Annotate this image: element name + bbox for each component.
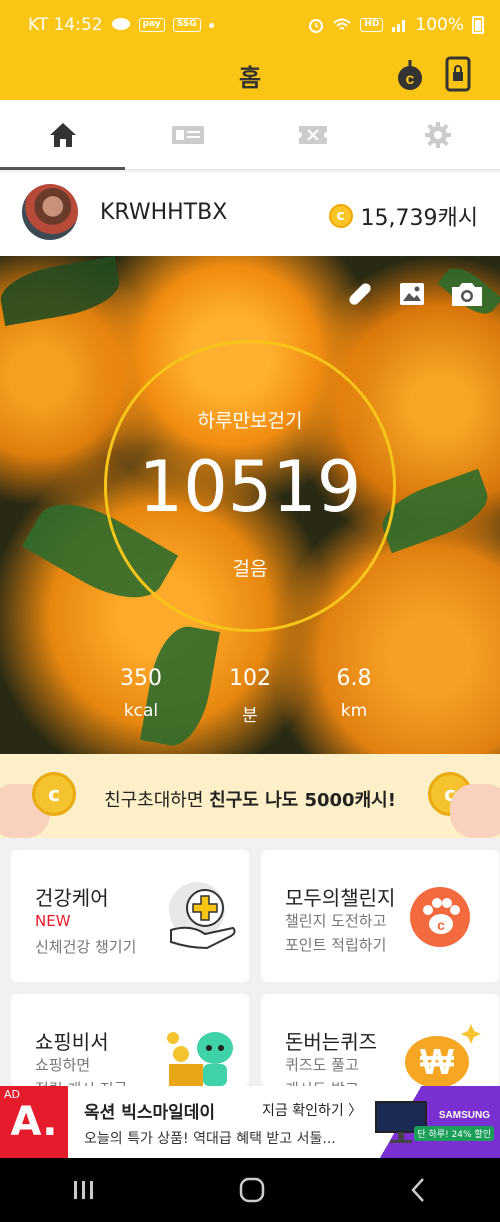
notification-dot-icon <box>208 22 214 28</box>
invite-text-normal: 친구초대하면 <box>104 790 210 811</box>
ad-product-image: SAMSUNG 단 하루! 24% 할인 <box>370 1086 500 1158</box>
card-title: 쇼핑비서 <box>35 1030 109 1054</box>
distance-unit: km <box>340 701 368 721</box>
tab-home[interactable] <box>0 100 125 170</box>
card-desc-line2: 포인트 적립하기 <box>285 936 387 954</box>
camera-icon[interactable] <box>450 280 484 308</box>
ad-banner[interactable]: A. AD 옥션 빅스마일데이 지금 확인하기 〉 오늘의 특가 상품! 역대급… <box>0 1086 500 1158</box>
invite-text: 친구초대하면 친구도 나도 5000캐시! <box>0 786 500 812</box>
image-icon[interactable] <box>398 280 426 308</box>
leaf-decoration <box>0 256 124 327</box>
ad-title: 옥션 빅스마일데이 <box>84 1103 216 1123</box>
card-shopping[interactable]: 쇼핑비서 쇼핑하면 적립 캐시 지급 <box>11 994 249 1086</box>
ssg-badge: SSG <box>172 18 201 32</box>
alarm-icon <box>309 19 324 33</box>
battery-icon <box>472 16 484 34</box>
coin-bag-icon: c <box>398 60 422 90</box>
ad-cta-link[interactable]: 지금 확인하기 〉 <box>262 1100 362 1120</box>
avatar[interactable] <box>22 184 78 240</box>
minutes-stat: 102 분 <box>210 666 290 726</box>
step-unit: 걸음 <box>232 558 268 580</box>
pedometer-label: 하루만보걷기 <box>197 410 303 432</box>
hand-right-decoration <box>450 784 500 838</box>
pedometer-panel: 하루만보걷기 10519 걸음 350 kcal 102 분 6.8 km <box>0 256 500 754</box>
gear-icon <box>424 121 451 148</box>
won-coin-icon: ₩ <box>403 1022 483 1086</box>
coupon-icon <box>298 125 327 144</box>
card-desc-line1: 챌린지 도전하고 <box>285 912 387 930</box>
calories-unit: kcal <box>123 701 159 721</box>
card-title: 모두의챌린지 <box>285 886 396 910</box>
tab-settings[interactable] <box>375 100 500 169</box>
profile-row[interactable]: KRWHHTBX c 15,739캐시 <box>0 172 500 256</box>
system-nav-bar <box>0 1158 500 1222</box>
card-desc-line2: 캐시도 받고 <box>285 1078 359 1086</box>
hd-voice-badge: HD <box>360 18 384 32</box>
ad-promo: 단 하루! 24% 할인 <box>414 1126 494 1141</box>
status-time: KT 14:52 <box>28 15 103 35</box>
pill-icon[interactable] <box>346 280 374 308</box>
ticket-icon <box>171 125 204 144</box>
calories-stat: 350 kcal <box>101 666 181 721</box>
ad-tag: AD <box>4 1088 20 1101</box>
chat-bubble-icon <box>111 18 130 30</box>
calories-value: 350 <box>120 666 162 691</box>
signal-icon <box>392 20 406 32</box>
card-challenge[interactable]: 모두의챌린지 챌린지 도전하고 포인트 적립하기 c <box>261 850 499 982</box>
tab-coupon[interactable] <box>250 100 375 169</box>
cash-amount: 15,739캐시 <box>360 206 478 231</box>
card-desc-line2: 적립 캐시 지급 <box>35 1078 127 1086</box>
tab-ticket[interactable] <box>125 100 250 169</box>
distance-stat: 6.8 km <box>314 666 394 721</box>
wifi-icon <box>333 18 352 30</box>
home-icon <box>49 122 76 147</box>
ad-brand: SAMSUNG <box>438 1110 490 1121</box>
svg-text:c: c <box>437 917 445 933</box>
tab-bar <box>0 100 500 170</box>
invite-text-bold: 친구도 나도 5000캐시! <box>209 790 396 811</box>
card-desc-line1: 쇼핑하면 <box>35 1056 91 1074</box>
phone-lock-icon <box>445 56 471 92</box>
cash-piggy-button[interactable]: c <box>390 54 430 94</box>
minutes-unit: 분 <box>242 706 258 726</box>
distance-value: 6.8 <box>336 666 372 691</box>
card-desc-line1: 퀴즈도 풀고 <box>285 1056 359 1074</box>
paw-icon: c <box>409 886 471 948</box>
back-icon[interactable] <box>408 1177 428 1203</box>
card-title: 건강케어 <box>35 886 109 910</box>
card-quiz[interactable]: 돈버는퀴즈 퀴즈도 풀고 캐시도 받고 ₩ <box>261 994 499 1086</box>
invite-banner[interactable]: c 친구초대하면 친구도 나도 5000캐시! c <box>0 754 500 838</box>
card-health-care[interactable]: 건강케어 NEW 신체건강 챙기기 <box>11 850 249 982</box>
ad-logo-text: A. <box>10 1099 58 1145</box>
username: KRWHHTBX <box>100 200 228 225</box>
svg-text:c: c <box>406 71 415 88</box>
step-count: 10519 <box>138 446 362 528</box>
pay-badge: pay <box>138 18 165 32</box>
ad-description: 오늘의 특가 상품! 역대급 혜택 받고 서둘... <box>84 1131 336 1147</box>
cash-balance[interactable]: c 15,739캐시 <box>328 200 478 232</box>
new-badge: NEW <box>35 912 71 930</box>
lock-screen-button[interactable] <box>438 54 478 94</box>
svg-text:₩: ₩ <box>420 1041 454 1082</box>
battery-percent: 100% <box>415 15 464 35</box>
recent-apps-icon[interactable] <box>72 1179 96 1201</box>
coin-icon: c <box>328 204 353 228</box>
app-header: 홈 c <box>0 46 500 100</box>
card-title: 돈버는퀴즈 <box>285 1030 377 1054</box>
minutes-value: 102 <box>229 666 271 691</box>
home-button-icon[interactable] <box>239 1177 265 1203</box>
shopping-robot-icon <box>163 1026 243 1086</box>
card-desc: 신체건강 챙기기 <box>35 938 137 956</box>
status-bar: KT 14:52 pay SSG HD 100% <box>0 0 500 46</box>
health-plus-icon <box>161 878 241 954</box>
